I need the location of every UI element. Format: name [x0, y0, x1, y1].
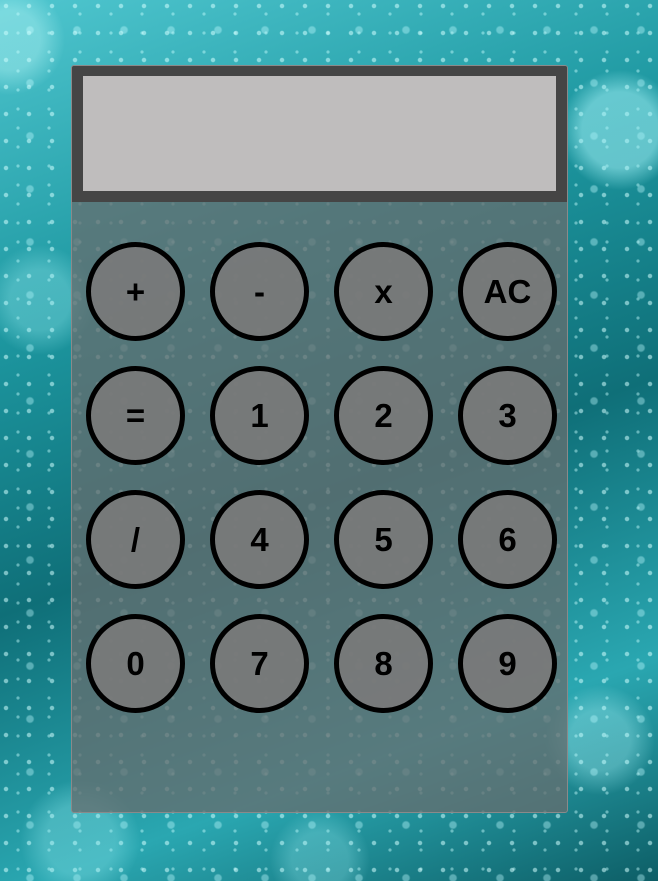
keypad: + - x AC = 1 2 3 / 4 5 6 0 7 8 9 — [86, 242, 557, 713]
digit-5-button[interactable]: 5 — [334, 490, 433, 589]
plus-button[interactable]: + — [86, 242, 185, 341]
digit-9-button[interactable]: 9 — [458, 614, 557, 713]
calculator: + - x AC = 1 2 3 / 4 5 6 0 7 8 9 — [71, 65, 568, 813]
divide-button[interactable]: / — [86, 490, 185, 589]
digit-8-button[interactable]: 8 — [334, 614, 433, 713]
digit-6-button[interactable]: 6 — [458, 490, 557, 589]
multiply-button[interactable]: x — [334, 242, 433, 341]
digit-7-button[interactable]: 7 — [210, 614, 309, 713]
display-screen — [83, 76, 556, 191]
digit-4-button[interactable]: 4 — [210, 490, 309, 589]
digit-3-button[interactable]: 3 — [458, 366, 557, 465]
display-frame — [72, 66, 567, 202]
equals-button[interactable]: = — [86, 366, 185, 465]
all-clear-button[interactable]: AC — [458, 242, 557, 341]
digit-0-button[interactable]: 0 — [86, 614, 185, 713]
digit-2-button[interactable]: 2 — [334, 366, 433, 465]
minus-button[interactable]: - — [210, 242, 309, 341]
digit-1-button[interactable]: 1 — [210, 366, 309, 465]
